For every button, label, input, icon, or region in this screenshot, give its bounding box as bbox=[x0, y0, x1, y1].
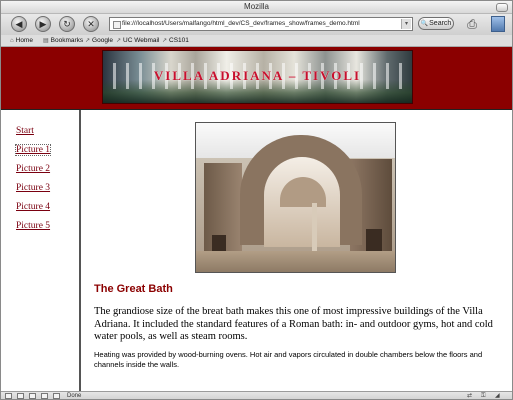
window-title: Mozilla bbox=[244, 2, 269, 11]
bookmark-uc-webmail[interactable]: ↗ UC Webmail bbox=[116, 35, 159, 47]
nav-link-picture-1[interactable]: Picture 1 bbox=[14, 144, 52, 156]
url-field[interactable]: file:///localhost/Users/malfango/html_de… bbox=[109, 17, 413, 31]
browser-icon[interactable] bbox=[53, 393, 60, 399]
offline-icon[interactable]: ⇄ bbox=[467, 393, 472, 399]
search-icon: 🔍 bbox=[420, 21, 429, 27]
address-book-icon[interactable] bbox=[29, 393, 36, 399]
stop-icon: ✕ bbox=[87, 19, 95, 29]
toolbar-toggle-button[interactable] bbox=[496, 3, 508, 12]
content-paragraph-1: The grandiose size of the breat bath mak… bbox=[94, 306, 493, 342]
stop-button[interactable]: ✕ bbox=[83, 16, 99, 32]
home-icon: ⌂ bbox=[10, 38, 14, 44]
nav-link-start[interactable]: Start bbox=[16, 126, 34, 136]
content-heading: The Great Bath bbox=[94, 283, 173, 295]
composer-icon[interactable] bbox=[17, 393, 24, 399]
bookmarks-icon: ▤ bbox=[43, 38, 49, 44]
bookmark-bookmarks[interactable]: ▤ Bookmarks bbox=[43, 35, 83, 47]
navigation-toolbar: ◀ ▶ ↻ ✕ file:///localhost/Users/malfango… bbox=[1, 14, 512, 35]
content-frame[interactable]: The Great Bath The grandiose size of the… bbox=[81, 110, 512, 391]
forward-arrow-icon: ▶ bbox=[39, 19, 47, 29]
title-bar[interactable]: Mozilla bbox=[1, 1, 512, 14]
bookmark-link-icon: ↗ bbox=[116, 38, 122, 44]
banner-title: VILLA ADRIANA – TIVOLI bbox=[153, 68, 362, 83]
content-paragraph-2: Heating was provided by wood-burning ove… bbox=[94, 350, 483, 369]
chat-icon[interactable] bbox=[41, 393, 48, 399]
search-button-label: Search bbox=[429, 20, 452, 27]
banner-frame: VILLA ADRIANA – TIVOLI bbox=[1, 47, 512, 110]
resize-grip-icon[interactable]: ◢ bbox=[495, 393, 500, 399]
bookmark-google[interactable]: ↗ Google bbox=[85, 35, 113, 47]
nav-link-picture-5[interactable]: Picture 5 bbox=[16, 221, 50, 231]
status-bar: Done ⇄ ⚿ ◢ bbox=[1, 391, 512, 399]
nav-link-picture-4[interactable]: Picture 4 bbox=[16, 202, 50, 212]
nav-link-picture-3[interactable]: Picture 3 bbox=[16, 183, 50, 193]
print-icon[interactable]: ⎙ bbox=[463, 16, 481, 32]
bookmark-link-icon: ↗ bbox=[162, 38, 168, 44]
search-button[interactable]: 🔍Search bbox=[418, 17, 454, 30]
bookmark-home[interactable]: ⌂ Home bbox=[10, 35, 33, 47]
forward-button[interactable]: ▶ bbox=[35, 16, 51, 32]
back-button[interactable]: ◀ bbox=[11, 16, 27, 32]
great-bath-photo bbox=[195, 122, 396, 273]
navigation-frame: Start Picture 1 Picture 2 Picture 3 Pict… bbox=[1, 110, 81, 391]
back-arrow-icon: ◀ bbox=[15, 19, 23, 29]
bookmark-link-icon: ↗ bbox=[85, 38, 91, 44]
reload-button[interactable]: ↻ bbox=[59, 16, 75, 32]
bookmarks-bar: ⌂ Home ▤ Bookmarks ↗ Google ↗ UC Webmail ↗ CS… bbox=[1, 35, 512, 47]
reload-icon: ↻ bbox=[63, 19, 71, 29]
status-text: Done bbox=[67, 393, 82, 399]
banner-image: VILLA ADRIANA – TIVOLI bbox=[102, 50, 413, 104]
browser-window: Mozilla ◀ ▶ ↻ ✕ file:///localhost/Users/… bbox=[0, 0, 513, 400]
url-text: file:///localhost/Users/malfango/html_de… bbox=[122, 20, 360, 27]
mail-icon[interactable] bbox=[5, 393, 12, 399]
page-icon bbox=[113, 21, 121, 29]
bookmark-cs101[interactable]: ↗ CS101 bbox=[162, 35, 189, 47]
security-lock-icon: ⚿ bbox=[481, 393, 486, 399]
nav-link-picture-2[interactable]: Picture 2 bbox=[16, 164, 50, 174]
sidebar-toggle-icon[interactable] bbox=[491, 16, 505, 32]
url-history-dropdown[interactable]: ▾ bbox=[401, 19, 411, 29]
